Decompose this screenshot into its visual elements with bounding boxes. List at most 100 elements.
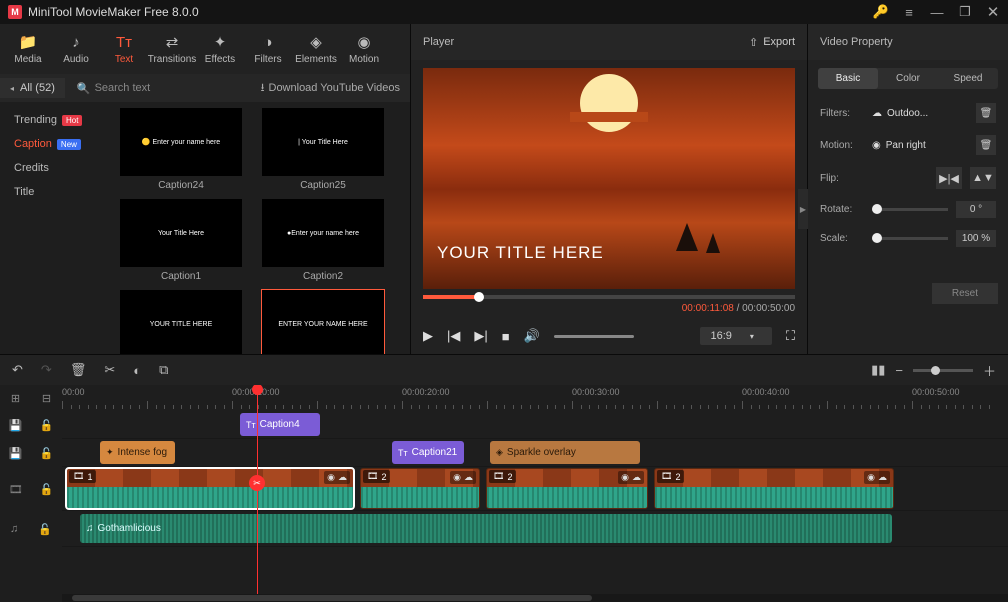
playhead[interactable]: ✂ <box>257 385 258 594</box>
audio-track[interactable]: ♫Gothamlicious <box>62 511 1008 547</box>
thumb-caption25[interactable]: | Your Title Here <box>262 108 384 176</box>
prev-frame-button[interactable]: |◀ <box>447 328 460 344</box>
tool-filters[interactable]: ◑Filters <box>244 24 292 74</box>
audio-meter-icon[interactable]: ▮▮ <box>871 362 885 378</box>
track-lock-icon[interactable]: 🔓 <box>40 447 54 460</box>
timeline-scrollbar[interactable] <box>62 594 1008 602</box>
zoom-in-button[interactable]: ＋ <box>983 361 996 380</box>
clip-intense-fog[interactable]: ✦Intense fog <box>100 441 175 464</box>
filters-value[interactable]: ☁Outdoo... <box>872 108 968 119</box>
folder-list: TrendingHotCaptionNewCredits Title <box>0 102 110 354</box>
video-icon: 🎞 <box>661 471 672 482</box>
thumb-caption3[interactable]: YOUR TITLE HERE <box>120 290 242 354</box>
undo-button[interactable]: ↶ <box>12 362 23 378</box>
speed-button[interactable]: ◐ <box>133 363 141 378</box>
volume-icon[interactable]: 🔊 <box>524 328 540 344</box>
zoom-slider[interactable] <box>913 369 973 372</box>
thumb-caption4[interactable]: ENTER YOUR NAME HERE <box>262 290 384 354</box>
caption-track-2[interactable]: ✦Intense fog TᴛCaption21 ◈Sparkle overlay <box>62 439 1008 467</box>
folder-label: Title <box>14 186 34 198</box>
folder-caption[interactable]: CaptionNew <box>0 132 110 156</box>
thumb-caption2[interactable]: ●Enter your name here <box>262 199 384 267</box>
track-lock-icon[interactable]: 🔓 <box>40 419 54 432</box>
folder-title[interactable]: Title <box>0 180 110 204</box>
folder-trending[interactable]: TrendingHot <box>0 108 110 132</box>
video-preview[interactable]: YOUR TITLE HERE <box>423 68 795 289</box>
track-save-icon[interactable]: 💾 <box>9 419 23 432</box>
video-clip-2[interactable]: 🎞2◉☁ <box>486 468 648 509</box>
timeline-ruler[interactable]: 00:0000:00:10:0000:00:20:0000:00:30:0000… <box>62 385 1008 411</box>
hamburger-menu-icon[interactable]: ≡ <box>902 5 916 19</box>
all-tab[interactable]: ◂All (52) <box>0 78 65 98</box>
video-clip-1[interactable]: 🎞1◉☁ <box>66 468 354 509</box>
crop-button[interactable]: ⧉ <box>159 362 168 378</box>
video-track-icon[interactable]: 🎞 <box>9 483 23 496</box>
video-clip-2[interactable]: 🎞2◉☁ <box>654 468 894 509</box>
clip-sparkle-overlay[interactable]: ◈Sparkle overlay <box>490 441 640 464</box>
seek-bar[interactable] <box>423 295 795 299</box>
clip-caption21[interactable]: TᴛCaption21 <box>392 441 464 464</box>
audio-track-icon[interactable]: ♫ <box>10 523 18 535</box>
scale-input[interactable]: 100 % <box>956 230 996 247</box>
delete-button[interactable]: 🗑 <box>70 362 87 378</box>
rotate-input[interactable]: 0 ° <box>956 201 996 218</box>
add-track-icon[interactable]: ⊞ <box>11 392 20 405</box>
upgrade-key-icon[interactable]: 🔑 <box>874 5 888 19</box>
caption-track-1[interactable]: TᴛCaption4 <box>62 411 1008 439</box>
cut-marker-icon[interactable]: ✂ <box>249 475 265 491</box>
thumb-caption24[interactable]: 🟡 Enter your name here <box>120 108 242 176</box>
motion-delete-button[interactable]: 🗑 <box>976 135 996 155</box>
redo-button[interactable]: ↷ <box>41 362 52 378</box>
clip-header: 🎞2 <box>363 470 390 483</box>
panel-collapse-handle[interactable]: ▶ <box>798 189 808 229</box>
motion-label: Motion: <box>820 140 864 151</box>
tool-media[interactable]: 📁Media <box>4 24 52 74</box>
clip-label: Caption4 <box>260 419 300 430</box>
aspect-ratio-select[interactable]: 16:9▾ <box>700 327 771 345</box>
track-save-icon[interactable]: 💾 <box>9 447 23 460</box>
fullscreen-button[interactable]: ⛶ <box>786 328 795 344</box>
clip-caption4[interactable]: TᴛCaption4 <box>240 413 320 436</box>
tool-transitions[interactable]: ⇄Transitions <box>148 24 196 74</box>
stop-button[interactable]: ■ <box>502 329 510 344</box>
close-icon[interactable]: ✕ <box>986 5 1000 19</box>
seek-thumb[interactable] <box>474 292 484 302</box>
split-button[interactable]: ✂ <box>104 362 115 378</box>
tool-effects[interactable]: ✦Effects <box>196 24 244 74</box>
video-clip-2[interactable]: 🎞2◉☁ <box>360 468 480 509</box>
collapse-tracks-icon[interactable]: ⊟ <box>42 392 51 405</box>
filters-delete-button[interactable]: 🗑 <box>976 103 996 123</box>
search-input[interactable]: 🔍Search text <box>65 82 261 95</box>
download-youtube-link[interactable]: ⭳Download YouTube Videos <box>261 79 410 98</box>
tool-text[interactable]: TᴛText <box>100 24 148 74</box>
track-lock-icon[interactable]: 🔓 <box>40 483 54 496</box>
maximize-icon[interactable]: ❐ <box>958 5 972 19</box>
play-button[interactable]: ▶ <box>423 328 433 344</box>
export-button[interactable]: ⇧Export <box>749 36 795 49</box>
track-lock-icon[interactable]: 🔓 <box>38 523 52 536</box>
tab-speed[interactable]: Speed <box>938 68 998 89</box>
thumb-caption1[interactable]: Your Title Here <box>120 199 242 267</box>
minimize-icon[interactable]: — <box>930 5 944 19</box>
tab-basic[interactable]: Basic <box>818 68 878 89</box>
flip-horizontal-button[interactable]: ▶|◀ <box>936 167 962 189</box>
tab-color[interactable]: Color <box>878 68 938 89</box>
reset-button[interactable]: Reset <box>932 283 998 304</box>
flip-label: Flip: <box>820 173 864 184</box>
rotate-slider[interactable] <box>872 208 948 211</box>
timeline-tracks[interactable]: 00:0000:00:10:0000:00:20:0000:00:30:0000… <box>62 385 1008 594</box>
scale-slider[interactable] <box>872 237 948 240</box>
flip-vertical-button[interactable]: ▲▼ <box>970 167 996 189</box>
tool-elements[interactable]: ◈Elements <box>292 24 340 74</box>
clip-waveform <box>487 487 647 508</box>
audio-clip[interactable]: ♫Gothamlicious <box>80 514 892 543</box>
folder-credits[interactable]: Credits <box>0 156 110 180</box>
next-frame-button[interactable]: ▶| <box>474 328 487 344</box>
motion-value[interactable]: ◉Pan right <box>872 140 968 151</box>
tool-motion[interactable]: ◉Motion <box>340 24 388 74</box>
tool-label: Transitions <box>148 54 197 65</box>
zoom-out-button[interactable]: − <box>895 363 903 378</box>
video-track[interactable]: 🎞1◉☁🎞2◉☁🎞2◉☁🎞2◉☁ <box>62 467 1008 511</box>
tool-audio[interactable]: ♪Audio <box>52 24 100 74</box>
volume-slider[interactable] <box>554 335 634 338</box>
